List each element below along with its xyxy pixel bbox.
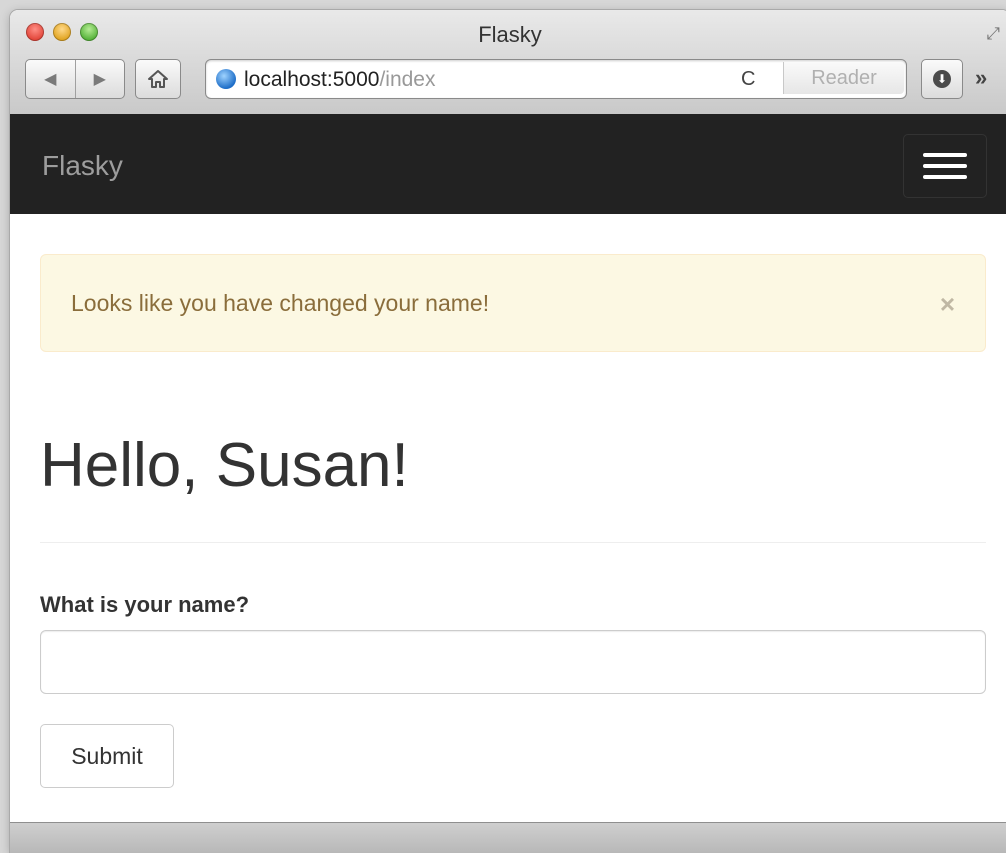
url-path: /index bbox=[379, 68, 436, 91]
name-input[interactable] bbox=[40, 630, 986, 694]
back-button[interactable]: ◀ bbox=[26, 60, 75, 98]
alert-close-icon[interactable]: × bbox=[940, 289, 955, 320]
hamburger-menu-icon bbox=[923, 153, 967, 157]
page-title: Hello, Susan! bbox=[40, 431, 409, 500]
back-arrow-icon: ◀ bbox=[44, 71, 57, 88]
forward-arrow-icon: ▶ bbox=[93, 71, 106, 88]
alert-message: Looks like you have changed your name! bbox=[71, 290, 490, 316]
navbar-brand[interactable]: Flasky bbox=[42, 150, 123, 182]
status-bar bbox=[10, 822, 1006, 853]
forward-button[interactable]: ▶ bbox=[74, 60, 125, 98]
window-title: Flasky bbox=[478, 22, 542, 47]
header-divider bbox=[40, 542, 986, 543]
home-icon bbox=[148, 70, 168, 88]
reload-icon[interactable]: C bbox=[741, 68, 755, 91]
home-button[interactable] bbox=[135, 59, 181, 99]
site-navbar: Flasky bbox=[10, 114, 1006, 214]
hamburger-menu-icon bbox=[923, 164, 967, 168]
downloads-button[interactable]: ⬇ bbox=[921, 59, 963, 99]
url-text: localhost:5000/index bbox=[244, 68, 435, 92]
address-bar[interactable]: localhost:5000/index C Reader bbox=[205, 59, 907, 99]
reader-button[interactable]: Reader bbox=[783, 62, 904, 94]
download-icon: ⬇ bbox=[933, 70, 951, 88]
back-forward-control: ◀ ▶ bbox=[25, 59, 125, 99]
browser-window: Flasky ⤢ ◀ ▶ localhost:5000/index C Read… bbox=[10, 10, 1006, 853]
name-label: What is your name? bbox=[40, 592, 250, 617]
submit-button[interactable]: Submit bbox=[40, 724, 174, 788]
fullscreen-arrows-icon[interactable]: ⤢ bbox=[986, 24, 1000, 44]
navbar-toggle-button[interactable] bbox=[903, 134, 987, 198]
browser-chrome: Flasky ⤢ ◀ ▶ localhost:5000/index C Read… bbox=[10, 10, 1006, 115]
url-host: localhost:5000 bbox=[244, 68, 380, 91]
globe-icon bbox=[216, 69, 236, 89]
toolbar-overflow-icon[interactable]: » bbox=[975, 65, 987, 91]
hamburger-menu-icon bbox=[923, 175, 967, 179]
flash-alert: Looks like you have changed your name! × bbox=[40, 254, 986, 352]
